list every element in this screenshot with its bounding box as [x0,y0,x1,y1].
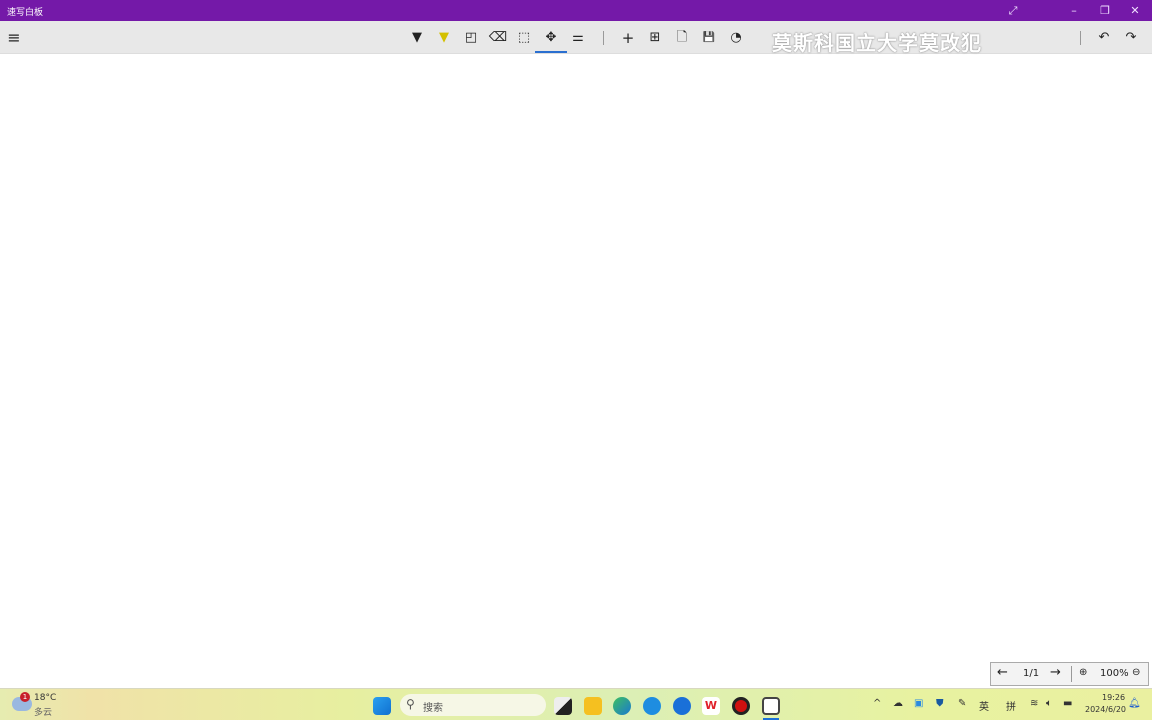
add-page-button[interactable]: + [618,28,638,48]
ime-lang[interactable]: 英 [979,698,989,713]
start-button[interactable] [373,697,391,715]
export-button[interactable]: ◔ [726,28,746,48]
next-page-button[interactable]: → [1050,665,1061,680]
app-tray-icon[interactable]: ▣ [914,698,923,709]
search-box[interactable]: ⚲ 搜索 [400,694,546,716]
weather-desc: 多云 [34,708,53,718]
clock-time[interactable]: 19:26 [1102,693,1125,702]
menu-icon[interactable]: ≡ [4,28,24,48]
page-navigator: ← 1/1 → ⊕ 100% ⊖ [990,662,1149,686]
grid-button[interactable]: ⊞ [645,28,665,48]
restore-button[interactable]: ❐ [1090,0,1120,21]
redo-button[interactable]: ↷ [1121,28,1141,48]
tray-expand-icon[interactable]: ^ [873,698,881,709]
save-button[interactable]: 💾 [699,28,719,48]
prev-page-button[interactable]: ← [997,665,1008,680]
zoom-out-button[interactable]: ⊖ [1132,667,1140,678]
volume-icon[interactable]: 🔈︎ [1046,698,1052,709]
taskbar: 1 18°C 多云 ⚲ 搜索 W ^ ☁ ▣ ⛊ ✎ 英 拼 ≋ 🔈︎ ▬ 19… [0,688,1152,720]
browser-icon[interactable] [643,697,661,715]
zoom-level: 100% [1100,668,1129,679]
watermark: 莫斯科国立大学莫改犯 [772,31,982,55]
pen-icon[interactable]: ✎ [958,698,966,709]
page-indicator: 1/1 [1023,668,1040,679]
divider [603,31,604,45]
undo-button[interactable]: ↶ [1094,28,1114,48]
notification-icon[interactable]: 🔔︎ [1128,698,1141,709]
close-button[interactable]: ✕ [1120,0,1150,21]
whiteboard-app-icon[interactable] [762,697,780,715]
pen-tool[interactable]: ▼ [407,28,427,48]
minimize-button[interactable]: – [1059,0,1089,21]
title-bar: 速写白板 ⤢ – ❐ ✕ [0,0,1152,21]
clock-date[interactable]: 2024/6/20 [1085,705,1126,714]
onedrive-icon[interactable]: ☁ [893,698,903,709]
shapes-tool[interactable]: ◰ [461,28,481,48]
recorder-icon[interactable] [732,697,750,715]
pan-tool[interactable]: ✥ [535,28,567,53]
new-file-button[interactable]: 🗋 [672,28,692,48]
drawing-canvas[interactable] [0,54,1152,688]
feishu-icon[interactable] [673,697,691,715]
window-title: 速写白板 [7,8,44,18]
search-placeholder: 搜索 [423,703,443,714]
fullscreen-icon[interactable]: ⤢ [998,0,1028,21]
weather-badge: 1 [20,692,30,702]
wps-icon[interactable]: W [702,697,720,715]
divider [1071,666,1072,682]
zoom-in-button[interactable]: ⊕ [1079,667,1087,678]
ime-mode[interactable]: 拼 [1006,698,1016,713]
divider [1080,31,1081,45]
eraser-tool[interactable]: ⌫ [488,28,508,48]
search-icon: ⚲ [406,697,415,711]
security-icon[interactable]: ⛊ [936,698,944,709]
battery-icon[interactable]: ▬ [1063,698,1072,709]
weather-temp: 18°C [34,693,57,703]
edge-icon[interactable] [613,697,631,715]
wifi-icon[interactable]: ≋ [1030,698,1038,709]
task-view-icon[interactable] [554,697,572,715]
file-explorer-icon[interactable] [584,697,602,715]
highlighter-tool[interactable]: ▼ [434,28,454,48]
settings-tool[interactable]: ⚌ [568,28,588,48]
select-tool[interactable]: ⬚ [514,28,534,48]
